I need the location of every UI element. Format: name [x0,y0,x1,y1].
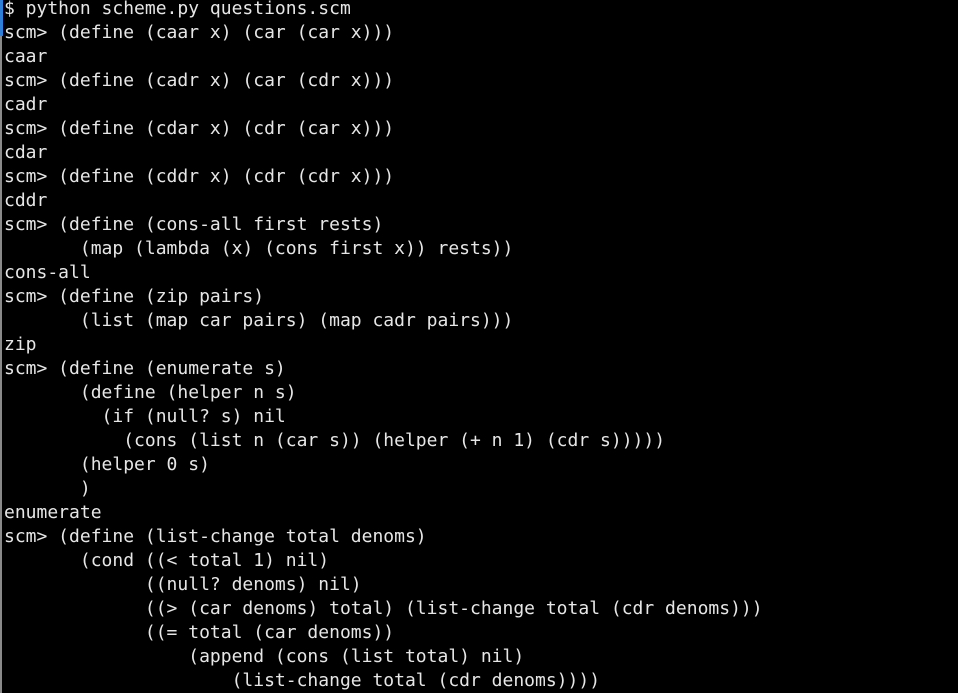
terminal-line: (cons (list n (car s)) (helper (+ n 1) (… [4,430,666,451]
terminal-output[interactable]: $ python scheme.py questions.scm scm> (d… [4,0,763,693]
terminal-line: (map (lambda (x) (cons first x)) rests)) [4,238,514,259]
window-left-border [0,0,2,693]
terminal-line: scm> (define (zip pairs) [4,286,265,307]
terminal-line: cadr [4,94,48,115]
terminal-line: scm> (define (cadr x) (car (cdr x))) [4,70,395,91]
terminal-window[interactable]: $ python scheme.py questions.scm scm> (d… [0,0,958,693]
terminal-line: scm> (define (enumerate s) [4,358,286,379]
terminal-line: (cond ((< total 1) nil) [4,550,330,571]
terminal-line: (if (null? s) nil [4,406,286,427]
terminal-line: scm> (define (cddr x) (cdr (cdr x))) [4,166,395,187]
terminal-line: ((= total (car denoms)) [4,622,395,643]
terminal-line: zip [4,334,37,355]
scroll-position-indicator [0,0,3,36]
terminal-line: $ python scheme.py questions.scm [4,0,351,19]
terminal-line: (list (map car pairs) (map cadr pairs))) [4,310,514,331]
terminal-line: enumerate [4,502,102,523]
terminal-line: scm> (define (list-change total denoms) [4,526,427,547]
terminal-line: ) [4,478,91,499]
terminal-line: cons-all [4,262,91,283]
terminal-line: (define (helper n s) [4,382,297,403]
terminal-line: (append (cons (list total) nil) [4,646,525,667]
terminal-line: scm> (define (cons-all first rests) [4,214,384,235]
terminal-line: (helper 0 s) [4,454,210,475]
terminal-line: (list-change total (cdr denoms)))) [4,670,601,691]
terminal-line: scm> (define (cdar x) (cdr (car x))) [4,118,395,139]
terminal-line: ((null? denoms) nil) [4,574,362,595]
terminal-line: cdar [4,142,48,163]
terminal-line: ((> (car denoms) total) (list-change tot… [4,598,763,619]
terminal-line: cddr [4,190,48,211]
terminal-line: caar [4,46,48,67]
terminal-line: scm> (define (caar x) (car (car x))) [4,22,395,43]
